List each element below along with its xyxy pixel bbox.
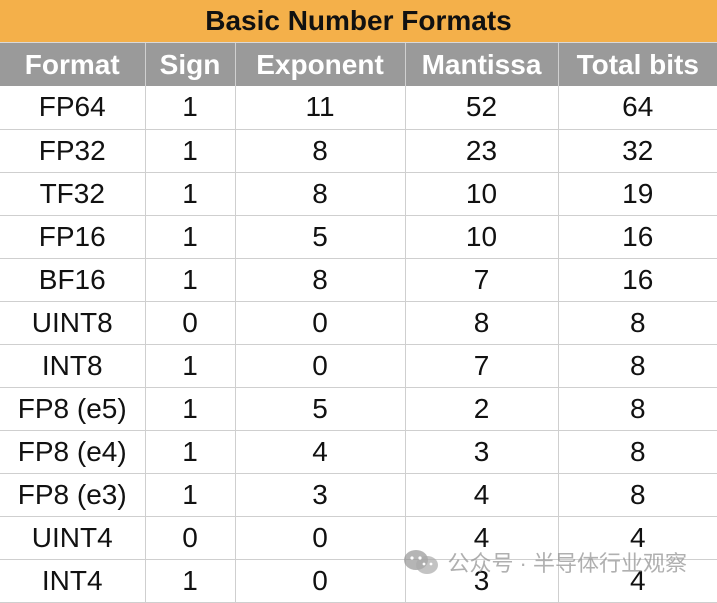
cell-mantissa: 23: [405, 129, 559, 173]
header-row: Format Sign Exponent Mantissa Total bits: [0, 43, 717, 86]
cell-total-bits: 8: [558, 344, 717, 388]
cell-format: INT8: [0, 344, 146, 388]
column-header-total-bits: Total bits: [558, 43, 717, 86]
table-row: FP8 (e4) 1 4 3 8: [0, 430, 717, 474]
table-body: FP64 1 11 52 64 FP32 1 8 23 32 TF32 1 8 10 19 FP16 1 5 10 1…: [0, 86, 717, 603]
cell-mantissa: 3: [405, 430, 559, 474]
cell-format: BF16: [0, 258, 146, 302]
cell-exponent: 8: [235, 258, 406, 302]
cell-mantissa: 52: [405, 86, 559, 130]
table-title: Basic Number Formats: [0, 0, 717, 43]
cell-format: FP8 (e3): [0, 473, 146, 517]
cell-format: INT4: [0, 559, 146, 603]
cell-mantissa: 8: [405, 301, 559, 345]
number-formats-table: Format Sign Exponent Mantissa Total bits…: [0, 43, 717, 603]
table-row: INT8 1 0 7 8: [0, 344, 717, 388]
cell-exponent: 0: [235, 559, 406, 603]
cell-format: TF32: [0, 172, 146, 216]
table-row: BF16 1 8 7 16: [0, 258, 717, 302]
cell-total-bits: 64: [558, 86, 717, 130]
column-header-exponent: Exponent: [235, 43, 406, 86]
cell-sign: 1: [145, 129, 236, 173]
cell-sign: 1: [145, 559, 236, 603]
cell-sign: 1: [145, 258, 236, 302]
cell-mantissa: 3: [405, 559, 559, 603]
table-row: FP8 (e3) 1 3 4 8: [0, 473, 717, 517]
cell-total-bits: 16: [558, 215, 717, 259]
cell-sign: 0: [145, 516, 236, 560]
cell-sign: 1: [145, 430, 236, 474]
table-row: FP16 1 5 10 16: [0, 215, 717, 259]
cell-total-bits: 8: [558, 473, 717, 517]
cell-format: FP8 (e4): [0, 430, 146, 474]
cell-exponent: 8: [235, 172, 406, 216]
cell-exponent: 5: [235, 215, 406, 259]
cell-exponent: 8: [235, 129, 406, 173]
cell-total-bits: 4: [558, 516, 717, 560]
cell-format: UINT4: [0, 516, 146, 560]
cell-exponent: 0: [235, 516, 406, 560]
cell-total-bits: 8: [558, 301, 717, 345]
cell-exponent: 3: [235, 473, 406, 517]
cell-sign: 1: [145, 215, 236, 259]
cell-sign: 1: [145, 86, 236, 130]
cell-total-bits: 8: [558, 430, 717, 474]
cell-format: FP8 (e5): [0, 387, 146, 431]
cell-total-bits: 8: [558, 387, 717, 431]
cell-mantissa: 7: [405, 258, 559, 302]
cell-mantissa: 4: [405, 516, 559, 560]
cell-exponent: 4: [235, 430, 406, 474]
cell-mantissa: 4: [405, 473, 559, 517]
cell-sign: 1: [145, 172, 236, 216]
cell-sign: 1: [145, 344, 236, 388]
cell-total-bits: 4: [558, 559, 717, 603]
cell-format: FP16: [0, 215, 146, 259]
cell-sign: 1: [145, 473, 236, 517]
table-row: FP32 1 8 23 32: [0, 129, 717, 173]
cell-exponent: 5: [235, 387, 406, 431]
cell-sign: 1: [145, 387, 236, 431]
table-row: FP8 (e5) 1 5 2 8: [0, 387, 717, 431]
cell-exponent: 0: [235, 301, 406, 345]
table-row: INT4 1 0 3 4: [0, 559, 717, 603]
cell-format: UINT8: [0, 301, 146, 345]
table-row: UINT4 0 0 4 4: [0, 516, 717, 560]
column-header-mantissa: Mantissa: [405, 43, 559, 86]
cell-mantissa: 2: [405, 387, 559, 431]
cell-exponent: 11: [235, 86, 406, 130]
cell-total-bits: 19: [558, 172, 717, 216]
cell-mantissa: 7: [405, 344, 559, 388]
cell-total-bits: 16: [558, 258, 717, 302]
table-row: UINT8 0 0 8 8: [0, 301, 717, 345]
column-header-sign: Sign: [145, 43, 236, 86]
cell-total-bits: 32: [558, 129, 717, 173]
cell-mantissa: 10: [405, 172, 559, 216]
cell-format: FP64: [0, 86, 146, 130]
table-row: FP64 1 11 52 64: [0, 86, 717, 130]
cell-exponent: 0: [235, 344, 406, 388]
cell-mantissa: 10: [405, 215, 559, 259]
column-header-format: Format: [0, 43, 146, 86]
table-row: TF32 1 8 10 19: [0, 172, 717, 216]
cell-sign: 0: [145, 301, 236, 345]
cell-format: FP32: [0, 129, 146, 173]
